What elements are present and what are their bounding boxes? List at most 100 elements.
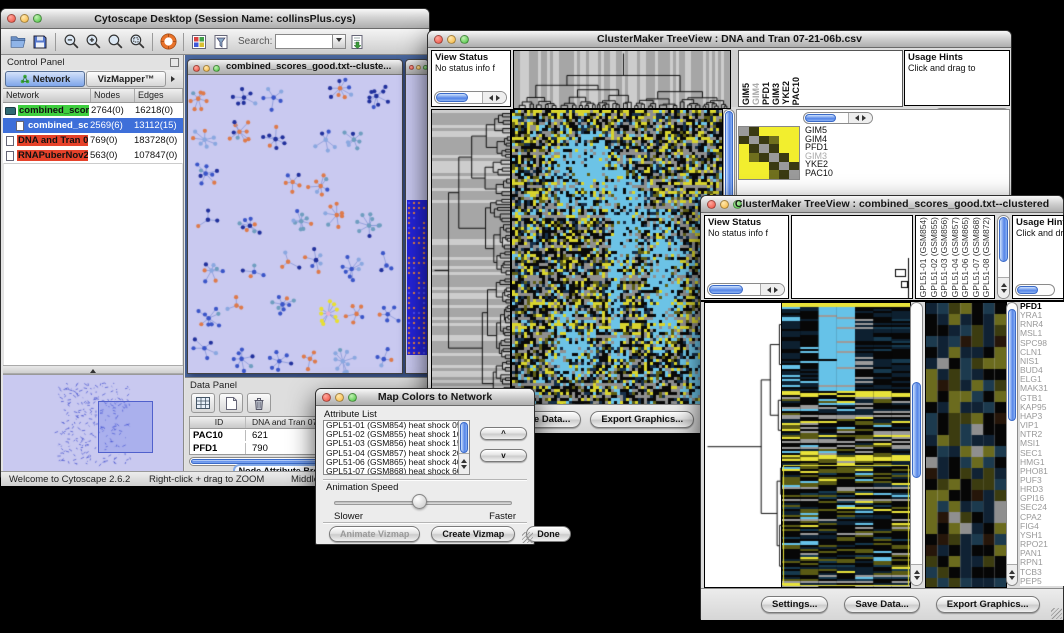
zoom-out-button[interactable]: [60, 31, 82, 53]
scrollbar-thumb[interactable]: [709, 285, 743, 294]
save-session-button[interactable]: [29, 31, 51, 53]
treeview2-title-bar[interactable]: ClusterMaker TreeView : combined_scores_…: [701, 196, 1063, 213]
network-list-row[interactable]: DNA and Tran 07 769(0) 183728(0): [3, 133, 183, 148]
tab-vizmapper[interactable]: VizMapper™: [86, 71, 166, 87]
zoom-heatmap[interactable]: [925, 302, 1007, 588]
column-label[interactable]: GPL51-07 (GSM868): [971, 217, 982, 297]
dense-network-view[interactable]: [407, 200, 427, 355]
matrix-cell[interactable]: [779, 127, 789, 136]
matrix-cell[interactable]: [789, 153, 799, 162]
column-label[interactable]: GIM5: [741, 83, 751, 105]
scrollbar-thumb[interactable]: [912, 382, 921, 478]
similarity-matrix-heatmap[interactable]: [738, 126, 800, 180]
matrix-cell[interactable]: [739, 162, 749, 171]
treeview-action-button[interactable]: Settings...: [761, 596, 828, 613]
column-label[interactable]: GPL51-06 (GSM865): [960, 217, 971, 297]
matrix-cell[interactable]: [739, 170, 749, 179]
scroll-left-icon[interactable]: [764, 287, 771, 293]
overview-viewport-rect[interactable]: [98, 401, 153, 453]
matrix-cell[interactable]: [759, 144, 769, 153]
matrix-cell[interactable]: [769, 162, 779, 171]
column-label[interactable]: PFD1: [761, 82, 771, 105]
close-button[interactable]: [707, 200, 716, 209]
main-title-bar[interactable]: Cytoscape Desktop (Session Name: collins…: [1, 9, 429, 29]
zoom-window-button[interactable]: [213, 65, 220, 72]
network-overview-thumbnail[interactable]: [3, 375, 182, 471]
matrix-cell[interactable]: [769, 144, 779, 153]
main-heatmap[interactable]: [511, 109, 723, 406]
network-view-title-bar[interactable]: combined_scores_good.txt--cluste...: [188, 60, 402, 75]
tab-overflow-arrow-icon[interactable]: [167, 76, 181, 82]
matrix-cell[interactable]: [789, 162, 799, 171]
matrix-cell[interactable]: [769, 127, 779, 136]
scroll-up-icon[interactable]: [461, 456, 467, 463]
scrollbar-thumb[interactable]: [1017, 286, 1038, 294]
matrix-cell[interactable]: [779, 170, 789, 179]
scrollbar-thumb[interactable]: [460, 422, 468, 453]
scroll-left-icon[interactable]: [852, 115, 859, 121]
resize-grip[interactable]: [1051, 608, 1062, 619]
treeview1-title-bar[interactable]: ClusterMaker TreeView : DNA and Tran 07-…: [428, 31, 1011, 48]
delete-attribute-button[interactable]: [247, 393, 271, 413]
column-label[interactable]: GPL51-08 (GSM872): [981, 217, 992, 297]
network-list-row[interactable]: RNAPuberNov2+ 563(0) 107847(0): [3, 148, 183, 163]
matrix-cell[interactable]: [769, 153, 779, 162]
row-dendrogram[interactable]: [431, 109, 511, 406]
matrix-cell[interactable]: [769, 170, 779, 179]
matrix-cell[interactable]: [759, 170, 769, 179]
minimize-button[interactable]: [203, 65, 210, 72]
network-view-2-title-bar[interactable]: [406, 60, 428, 75]
close-button[interactable]: [193, 65, 200, 72]
column-dendrogram[interactable]: [792, 216, 912, 298]
dialog-title-bar[interactable]: Map Colors to Network: [316, 389, 534, 406]
matrix-cell[interactable]: [789, 144, 799, 153]
matrix-cell[interactable]: [739, 144, 749, 153]
treeview-action-button[interactable]: Save Data...: [844, 596, 919, 613]
column-label[interactable]: GIM3: [771, 83, 781, 105]
matrix-cell[interactable]: [739, 136, 749, 145]
header-nodes[interactable]: Nodes: [91, 89, 135, 102]
move-down-button[interactable]: v: [480, 449, 527, 462]
column-label[interactable]: GPL51-04 (GSM857): [950, 217, 961, 297]
matrix-cell[interactable]: [749, 153, 759, 162]
panel-splitter[interactable]: [3, 365, 183, 374]
network-graph-view[interactable]: [188, 75, 402, 373]
float-panel-icon[interactable]: [170, 58, 179, 67]
scroll-down-icon[interactable]: [461, 465, 467, 472]
hscrollbar[interactable]: [707, 283, 785, 296]
matrix-cell[interactable]: [759, 136, 769, 145]
scroll-down-icon[interactable]: [1009, 576, 1015, 583]
row-dendrogram[interactable]: [704, 302, 783, 588]
scroll-down-icon[interactable]: [1001, 289, 1007, 296]
matrix-cell[interactable]: [759, 127, 769, 136]
header-edges[interactable]: Edges: [135, 89, 183, 102]
listbox-vscrollbar[interactable]: [458, 421, 469, 474]
matrix-cell[interactable]: [749, 144, 759, 153]
close-button[interactable]: [322, 393, 331, 402]
column-header-id[interactable]: ID: [190, 417, 246, 428]
scrollbar-thumb[interactable]: [999, 217, 1008, 262]
matrix-cell[interactable]: [789, 136, 799, 145]
heatmap-vscrollbar[interactable]: [910, 302, 923, 586]
hscrollbar[interactable]: [434, 91, 507, 104]
matrix-cell[interactable]: [779, 136, 789, 145]
scroll-right-icon[interactable]: [496, 95, 503, 101]
header-network[interactable]: Network: [3, 89, 91, 102]
scroll-right-icon[interactable]: [862, 115, 869, 121]
vscrollbar[interactable]: [997, 215, 1010, 299]
matrix-cell[interactable]: [749, 170, 759, 179]
matrix-cell[interactable]: [779, 153, 789, 162]
zoom-fit-button[interactable]: [104, 31, 126, 53]
slider-thumb[interactable]: [412, 494, 427, 509]
gene-label[interactable]: PAC10: [805, 169, 865, 178]
column-dendrogram[interactable]: [513, 50, 731, 109]
open-session-button[interactable]: [7, 31, 29, 53]
zoom-in-button[interactable]: [82, 31, 104, 53]
column-label[interactable]: GPL51-01 (GSM854): [918, 217, 929, 297]
matrix-cell[interactable]: [759, 153, 769, 162]
matrix-cell[interactable]: [779, 162, 789, 171]
treeview-action-button[interactable]: Export Graphics...: [936, 596, 1040, 613]
scrollbar-thumb[interactable]: [436, 93, 468, 102]
hscrollbar[interactable]: [803, 112, 873, 124]
dialog-action-button[interactable]: Create Vizmap: [431, 526, 515, 542]
